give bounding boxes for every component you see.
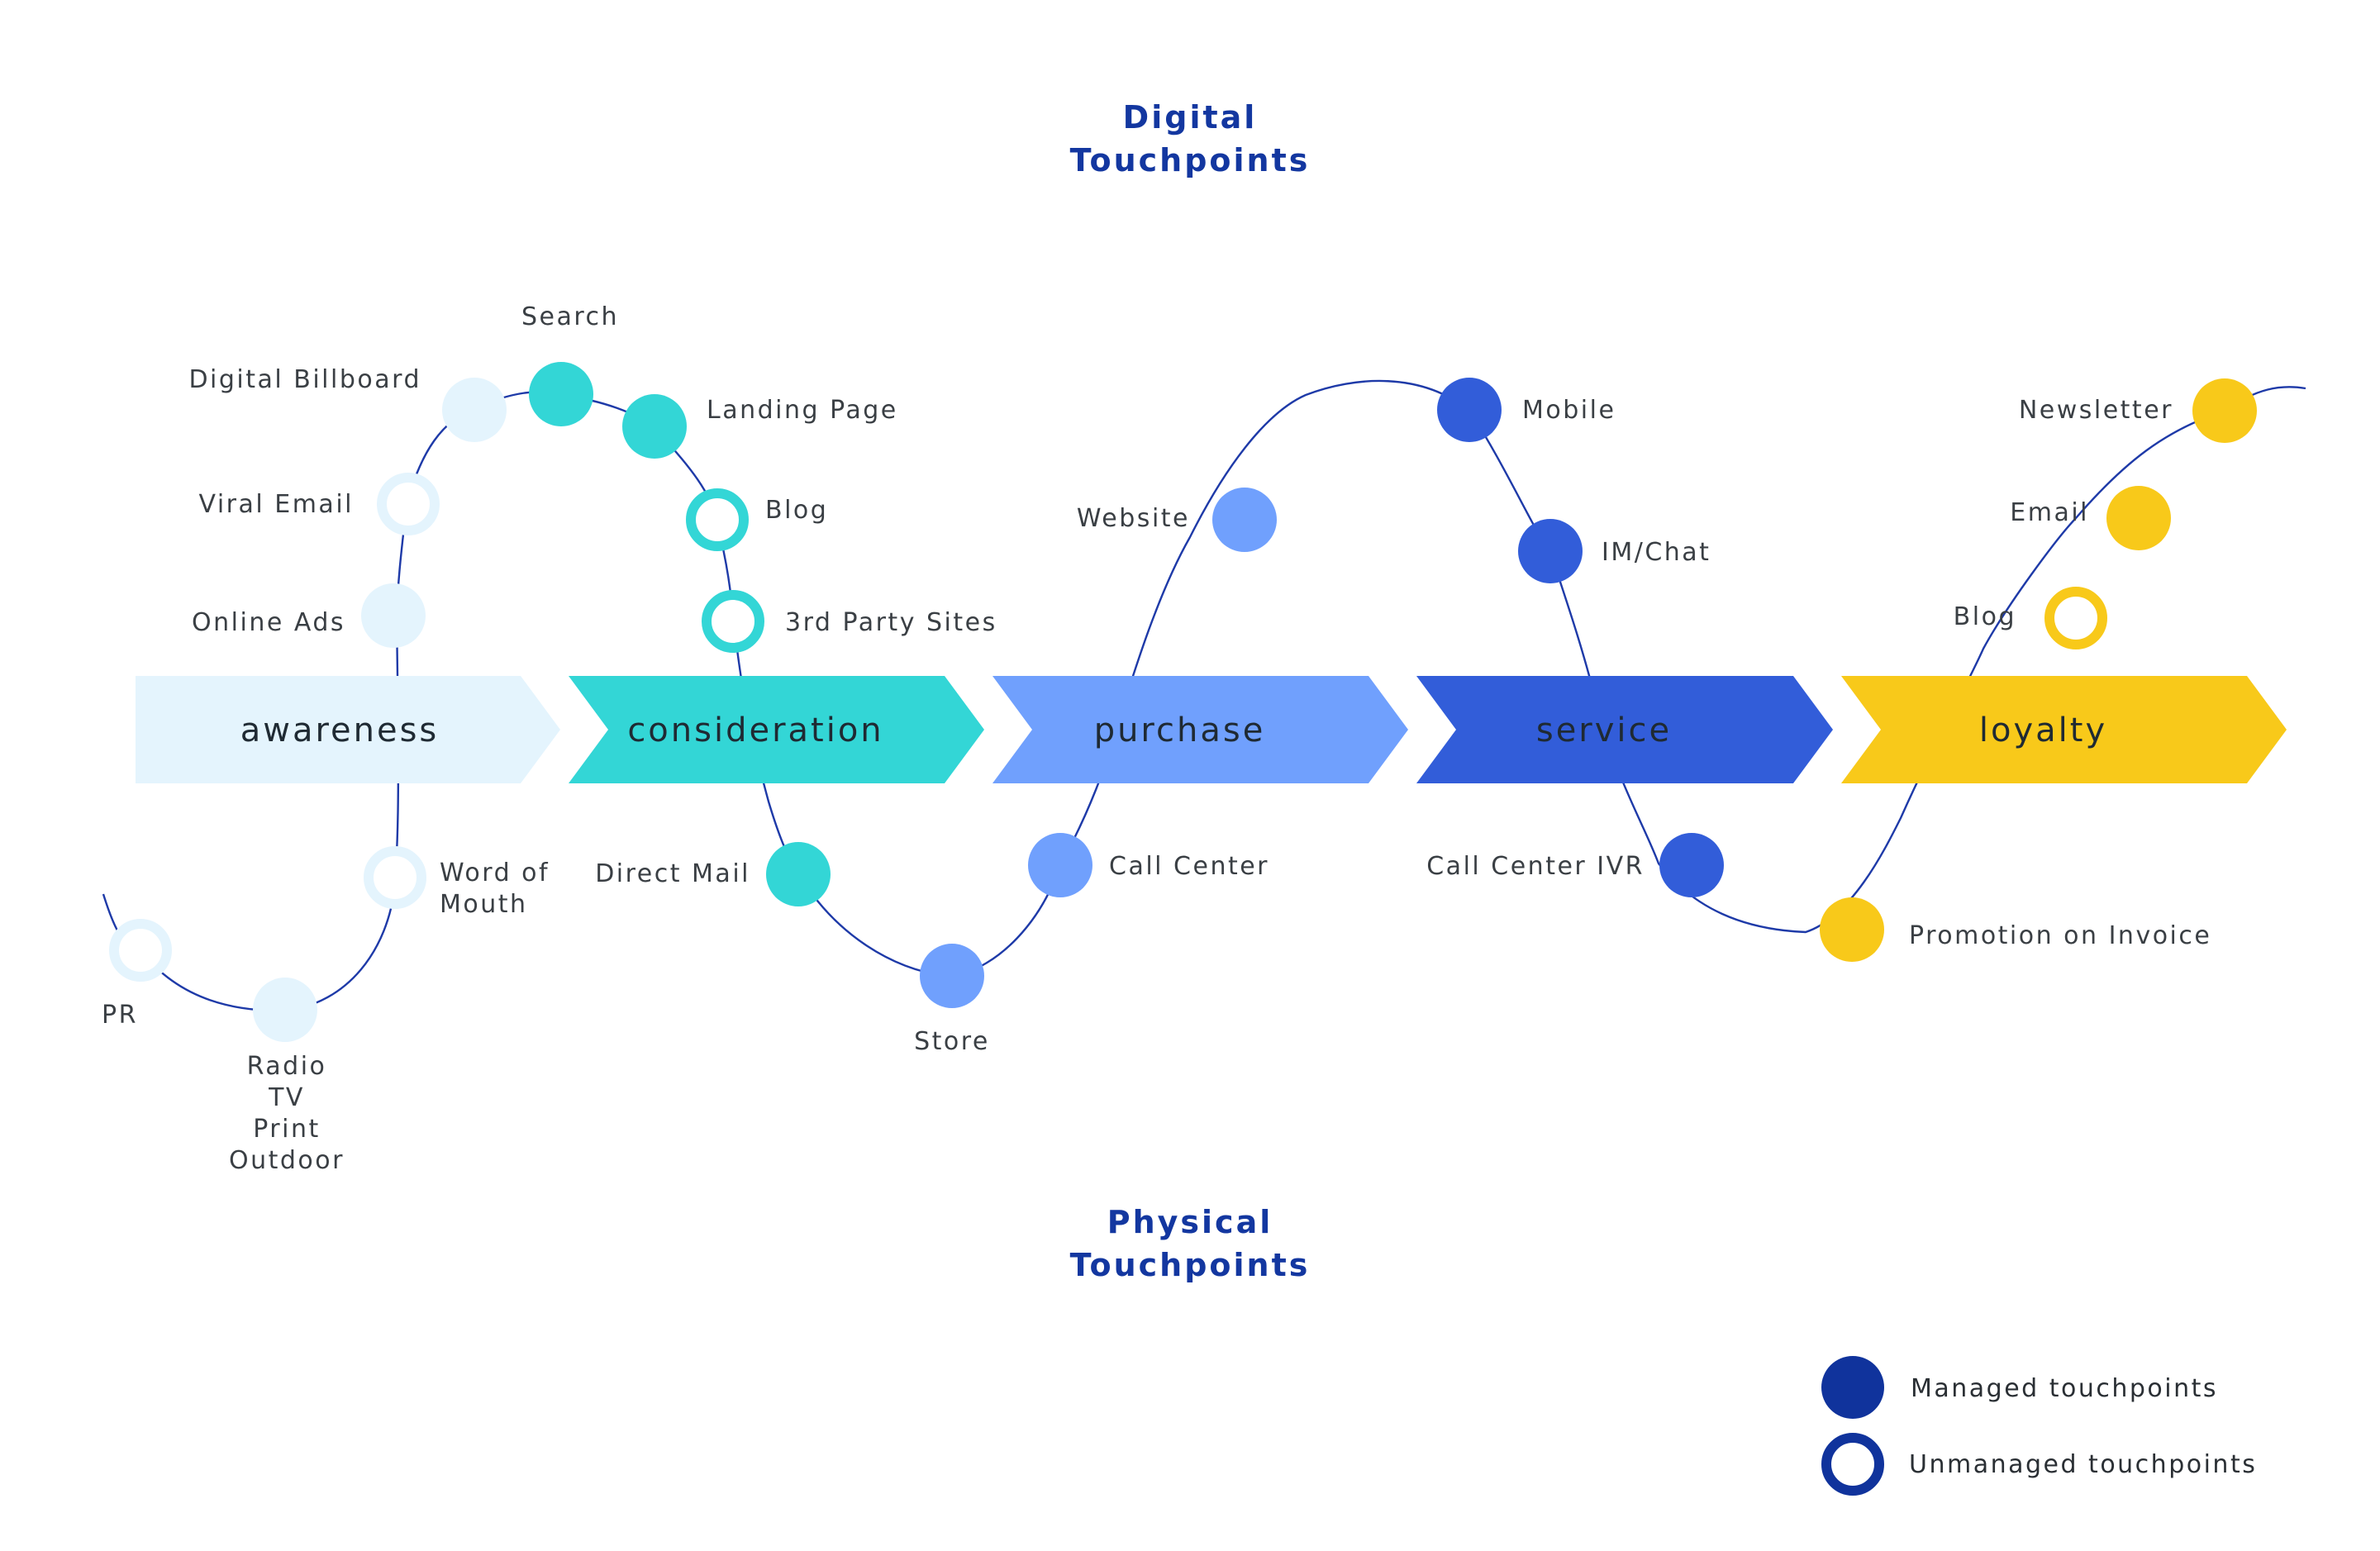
touchpoint-label: Search xyxy=(521,302,619,331)
touchpoint-viral-email-awareness: Viral Email xyxy=(198,473,440,535)
touchpoint-website-purchase: Website xyxy=(1077,488,1277,552)
touchpoint-promotion-on-invoice-loyalty: Promotion on Invoice xyxy=(1820,897,2211,962)
touchpoint-3rd-party-sites-consideration: 3rd Party Sites xyxy=(702,590,997,653)
touchpoint-label: Direct Mail xyxy=(595,859,750,888)
touchpoint-mobile-service: Mobile xyxy=(1437,378,1616,442)
managed-touchpoint-icon xyxy=(529,362,593,426)
legend-unmanaged-label: Unmanaged touchpoints xyxy=(1909,1450,2257,1479)
unmanaged-touchpoint-icon xyxy=(364,846,426,909)
managed-touchpoint-icon xyxy=(1437,378,1502,442)
touchpoint-label: Mouth xyxy=(440,890,528,919)
touchpoint-label: Print xyxy=(253,1115,321,1144)
managed-touchpoint-icon xyxy=(920,944,984,1008)
unmanaged-touchpoint-icon xyxy=(2044,587,2107,649)
touchpoint-online-ads-awareness: Online Ads xyxy=(192,583,426,648)
stage-label-consideration: consideration xyxy=(627,711,883,749)
touchpoint-label: Website xyxy=(1077,504,1190,533)
touchpoint-pr-awareness: PR xyxy=(102,919,172,1030)
stage-band: awareness consideration purchase service loy… xyxy=(136,676,2287,783)
touchpoint-label: Store xyxy=(914,1027,990,1056)
touchpoint-store-purchase: Store xyxy=(914,944,990,1056)
touchpoint-digital-billboard-awareness: Digital Billboard xyxy=(188,365,507,442)
touchpoint-search-consideration: Search xyxy=(521,302,619,426)
touchpoint-label: Outdoor xyxy=(229,1146,345,1175)
physical-title-line2: Touchpoints xyxy=(1070,1247,1311,1283)
touchpoint-word-of-mouth-awareness: Word of Mouth xyxy=(364,846,550,919)
unmanaged-touchpoint-icon xyxy=(702,590,764,653)
touchpoint-email-loyalty: Email xyxy=(2010,486,2171,550)
managed-touchpoint-icon xyxy=(2106,486,2171,550)
touchpoint-radio-tv-print-outdoor-awareness: RadioTV PrintOutdoor xyxy=(229,978,345,1175)
physical-title-line1: Physical xyxy=(1107,1204,1273,1240)
touchpoint-blog-consideration: Blog xyxy=(686,488,828,551)
managed-touchpoint-icon xyxy=(2192,378,2257,443)
touchpoint-label: Word of xyxy=(440,859,550,887)
managed-touchpoint-icon xyxy=(1518,519,1583,583)
touchpoint-label: IM/Chat xyxy=(1602,538,1711,567)
managed-touchpoint-icon xyxy=(442,378,507,442)
touchpoint-label: Radio xyxy=(247,1052,327,1081)
managed-touchpoint-icon xyxy=(622,394,687,459)
touchpoint-direct-mail-consideration: Direct Mail xyxy=(595,842,831,906)
touchpoint-label: 3rd Party Sites xyxy=(785,608,997,637)
touchpoint-label: Blog xyxy=(1954,602,2016,631)
managed-touchpoint-icon xyxy=(1820,897,1884,962)
managed-touchpoint-icon xyxy=(253,978,317,1042)
digital-title-line2: Touchpoints xyxy=(1070,142,1311,178)
managed-touchpoint-icon xyxy=(1212,488,1277,552)
touchpoint-label: Promotion on Invoice xyxy=(1909,921,2211,950)
touchpoint-label: Blog xyxy=(765,496,828,525)
touchpoint-label: Mobile xyxy=(1522,396,1616,425)
touchpoint-label: Email xyxy=(2010,498,2089,527)
touchpoint-im-chat-service: IM/Chat xyxy=(1518,519,1711,583)
managed-legend-icon xyxy=(1821,1356,1884,1419)
unmanaged-touchpoint-icon xyxy=(377,473,440,535)
touchpoint-call-center-ivr-service: Call Center IVR xyxy=(1426,833,1724,897)
touchpoint-label: TV xyxy=(268,1083,305,1112)
managed-touchpoint-icon xyxy=(361,583,426,648)
managed-touchpoint-icon xyxy=(1028,833,1092,897)
touchpoint-label: Call Center IVR xyxy=(1426,852,1645,881)
unmanaged-touchpoint-icon xyxy=(686,488,749,551)
touchpoint-call-center-purchase: Call Center xyxy=(1028,833,1269,897)
touchpoint-label: Newsletter xyxy=(2019,396,2173,425)
touchpoint-label: Landing Page xyxy=(707,396,898,425)
touchpoint-blog-loyalty: Blog xyxy=(1954,587,2107,649)
legend: Managed touchpoints Unmanaged touchpoint… xyxy=(1821,1356,2257,1496)
managed-touchpoint-icon xyxy=(766,842,831,906)
stage-label-service: service xyxy=(1536,711,1672,749)
stage-label-awareness: awareness xyxy=(240,711,440,749)
customer-journey-diagram: Digital Touchpoints Physical Touchpoints… xyxy=(102,99,2306,1496)
touchpoint-label: Online Ads xyxy=(192,608,345,637)
stage-label-loyalty: loyalty xyxy=(1979,711,2107,749)
stage-label-purchase: purchase xyxy=(1094,711,1266,749)
managed-touchpoint-icon xyxy=(1659,833,1724,897)
touchpoint-label: Viral Email xyxy=(198,490,354,519)
digital-title-line1: Digital xyxy=(1123,99,1258,136)
touchpoint-label: Call Center xyxy=(1109,852,1269,881)
unmanaged-touchpoint-icon xyxy=(109,919,172,982)
touchpoint-label: Digital Billboard xyxy=(188,365,421,394)
touchpoint-label: PR xyxy=(102,1001,138,1030)
touchpoint-landing-page-consideration: Landing Page xyxy=(622,394,898,459)
unmanaged-legend-icon xyxy=(1821,1433,1884,1496)
legend-managed-label: Managed touchpoints xyxy=(1911,1374,2218,1403)
touchpoint-newsletter-loyalty: Newsletter xyxy=(2019,378,2257,443)
